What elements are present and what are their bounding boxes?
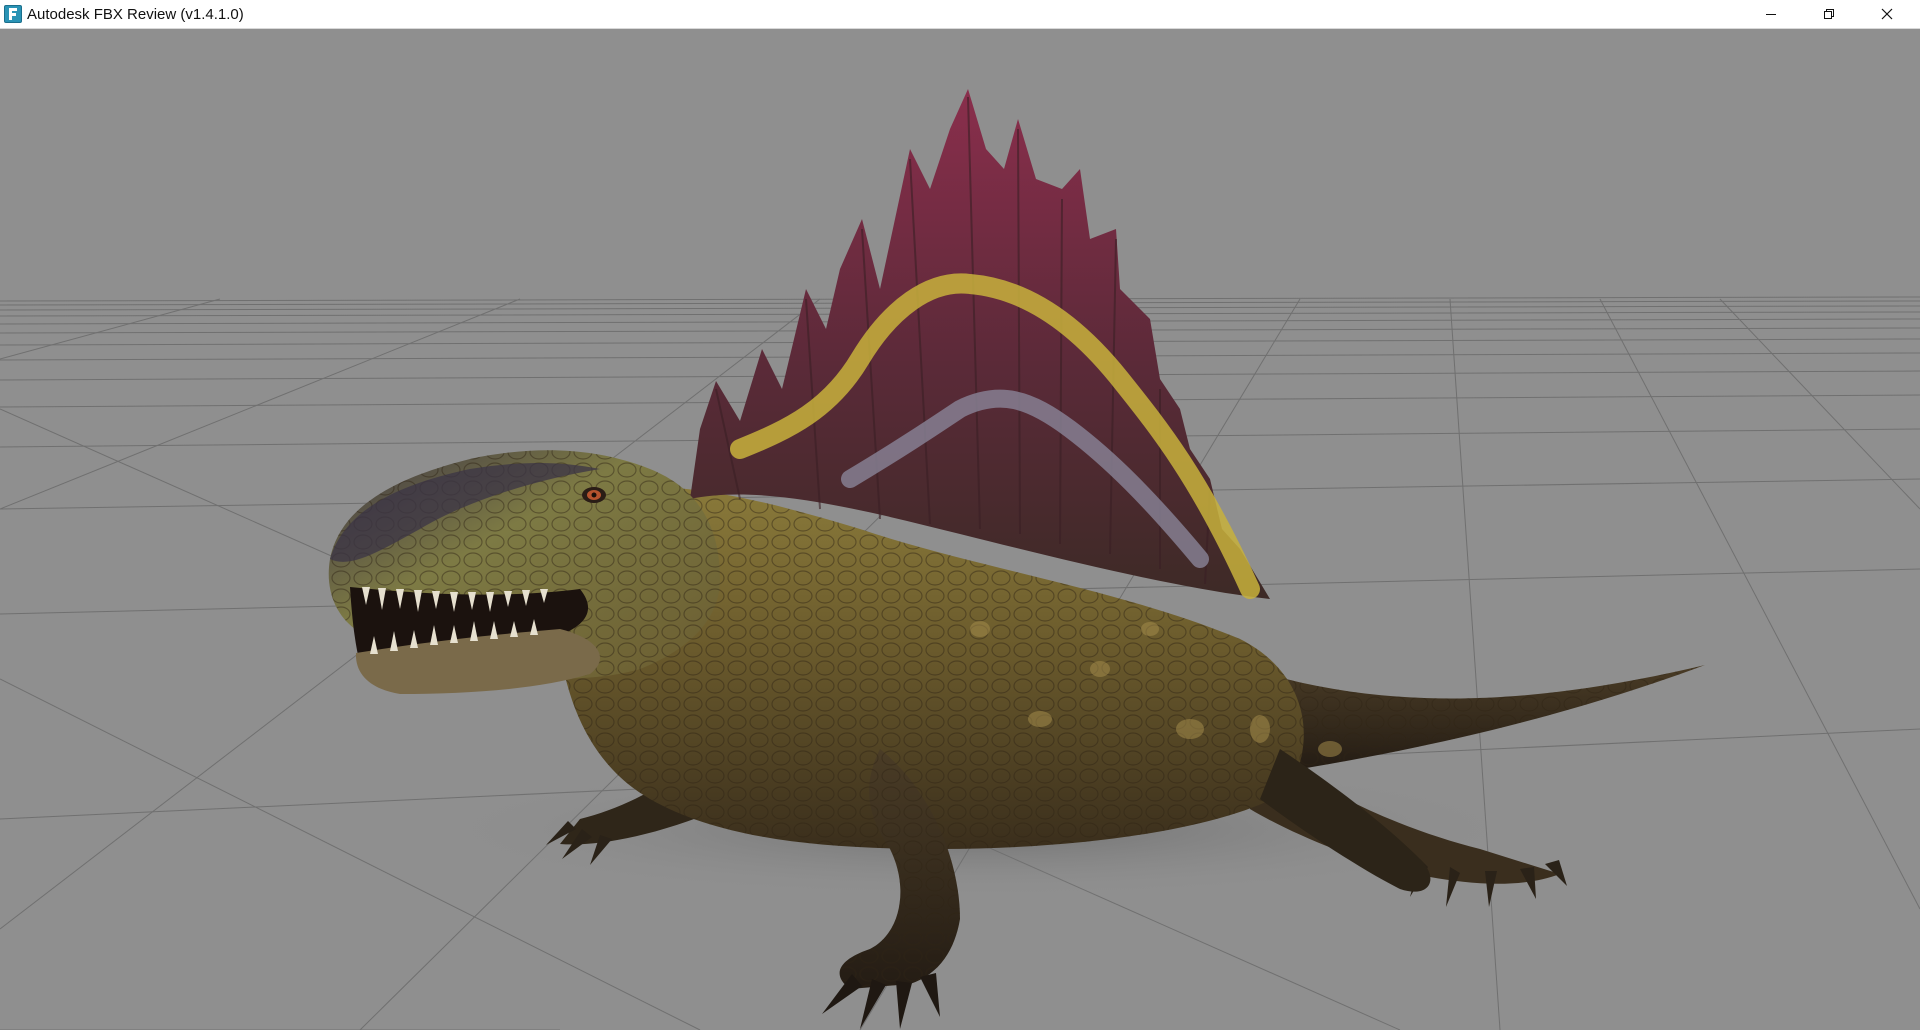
eye xyxy=(582,487,606,503)
3d-viewport[interactable] xyxy=(0,29,1920,1030)
restore-button[interactable] xyxy=(1800,0,1858,28)
title-bar[interactable]: Autodesk FBX Review (v1.4.1.0) xyxy=(0,0,1920,29)
minimize-icon xyxy=(1766,14,1776,15)
minimize-button[interactable] xyxy=(1742,0,1800,28)
close-button[interactable] xyxy=(1858,0,1916,28)
scene-canvas xyxy=(0,89,1920,1030)
app-window: Autodesk FBX Review (v1.4.1.0) xyxy=(0,0,1920,1030)
restore-icon xyxy=(1824,9,1834,19)
window-title: Autodesk FBX Review (v1.4.1.0) xyxy=(27,6,244,23)
close-icon xyxy=(1881,8,1893,20)
fbx-review-app-icon[interactable] xyxy=(4,5,22,23)
